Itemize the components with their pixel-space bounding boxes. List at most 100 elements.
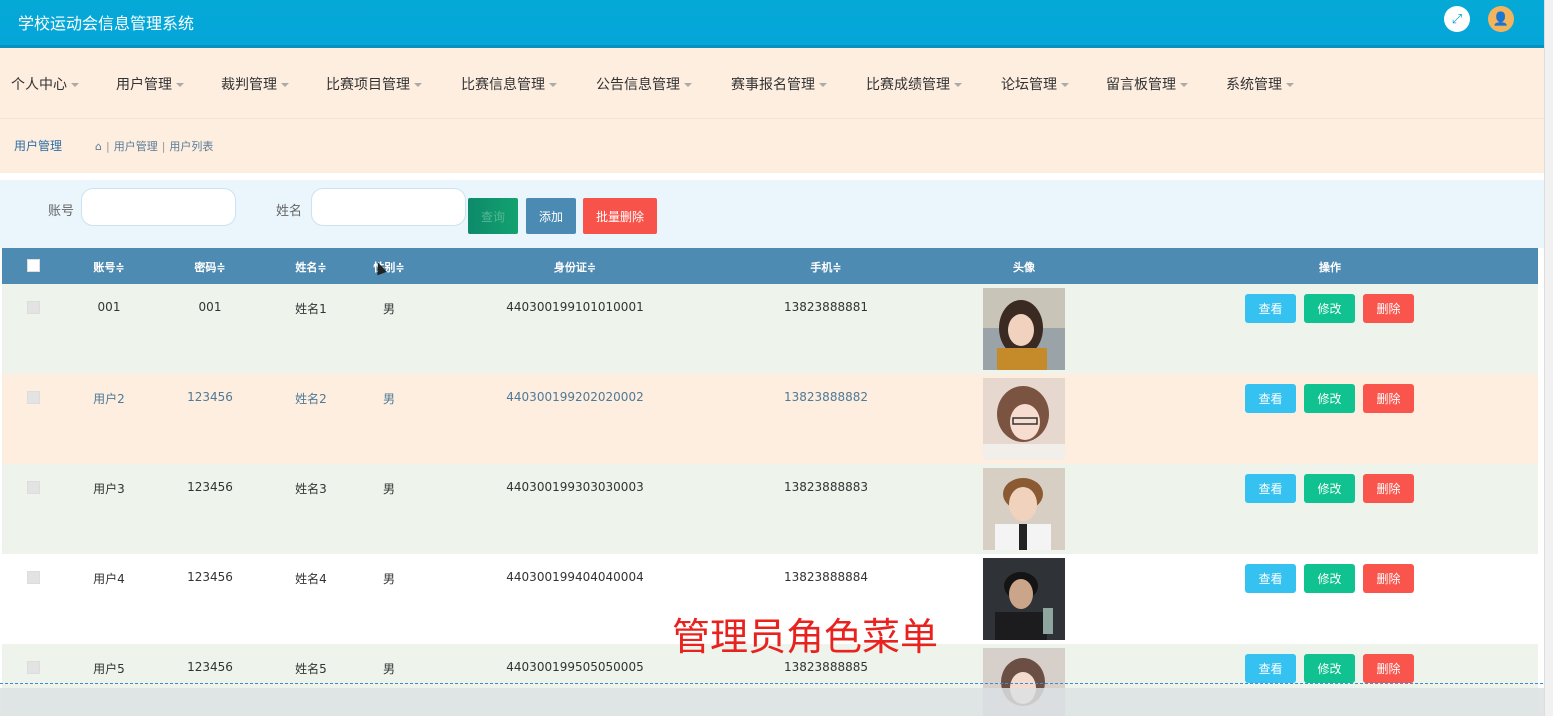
cell-id-card: 440300199505050005 xyxy=(506,660,644,674)
breadcrumb-item: 用户列表 xyxy=(169,140,214,153)
cell-phone: 13823888881 xyxy=(784,300,868,314)
header-account[interactable]: 账号≑ xyxy=(93,259,124,275)
role-caption: 管理员角色菜单 xyxy=(672,615,939,659)
view-button[interactable]: 查看 xyxy=(1245,294,1296,323)
cell-phone: 13823888885 xyxy=(784,660,868,674)
header-name[interactable]: 姓名≑ xyxy=(295,259,326,275)
bottom-scroll-bar[interactable] xyxy=(0,688,1553,716)
menu-label: 个人中心 xyxy=(11,77,67,93)
row-checkbox[interactable] xyxy=(27,571,40,584)
delete-button[interactable]: 删除 xyxy=(1363,564,1414,593)
cell-name: 姓名1 xyxy=(295,302,327,316)
cell-id-card: 440300199303030003 xyxy=(506,480,644,494)
menu-item-event-management[interactable]: 比赛项目管理 xyxy=(326,74,422,94)
menu-item-referee-management[interactable]: 裁判管理 xyxy=(221,74,289,94)
selection-guide-line xyxy=(0,683,1553,684)
view-button[interactable]: 查看 xyxy=(1245,564,1296,593)
avatar-photo-image xyxy=(983,558,1065,640)
batch-delete-button[interactable]: 批量删除 xyxy=(583,198,657,234)
chevron-down-icon xyxy=(414,83,422,87)
header-phone[interactable]: 手机≑ xyxy=(810,259,841,275)
edit-button[interactable]: 修改 xyxy=(1304,294,1355,323)
menu-label: 系统管理 xyxy=(1226,77,1282,93)
menu-item-score-management[interactable]: 比赛成绩管理 xyxy=(866,74,962,94)
chevron-down-icon xyxy=(954,83,962,87)
menu-item-system-management[interactable]: 系统管理 xyxy=(1226,74,1294,94)
avatar-photo xyxy=(983,288,1065,370)
chevron-down-icon xyxy=(549,83,557,87)
name-input[interactable] xyxy=(311,188,466,226)
cell-gender: 男 xyxy=(382,302,396,316)
cell-password: 123456 xyxy=(187,480,233,494)
add-button[interactable]: 添加 xyxy=(526,198,576,234)
account-input[interactable] xyxy=(81,188,236,226)
menu-item-message-board-management[interactable]: 留言板管理 xyxy=(1106,74,1188,94)
menu-label: 赛事报名管理 xyxy=(731,77,815,93)
chevron-down-icon xyxy=(1286,83,1294,87)
breadcrumb: 用户管理 ⌂ | 用户管理 | 用户列表 xyxy=(0,118,1553,173)
cell-account: 用户4 xyxy=(93,572,125,586)
menu-item-notice-management[interactable]: 公告信息管理 xyxy=(596,74,692,94)
menu-label: 用户管理 xyxy=(116,77,172,93)
delete-button[interactable]: 删除 xyxy=(1363,474,1414,503)
menu-item-registration-management[interactable]: 赛事报名管理 xyxy=(731,74,827,94)
edit-button[interactable]: 修改 xyxy=(1304,564,1355,593)
view-button[interactable]: 查看 xyxy=(1245,474,1296,503)
menu-item-user-management[interactable]: 用户管理 xyxy=(116,74,184,94)
view-button[interactable]: 查看 xyxy=(1245,384,1296,413)
home-icon[interactable]: ⌂ xyxy=(95,140,102,153)
menu-label: 比赛成绩管理 xyxy=(866,77,950,93)
avatar-photo-image xyxy=(983,378,1065,460)
avatar-photo-image xyxy=(983,468,1065,550)
row-checkbox[interactable] xyxy=(27,391,40,404)
cell-password: 123456 xyxy=(187,660,233,674)
breadcrumb-separator: | xyxy=(105,139,110,153)
header-avatar: 头像 xyxy=(1013,261,1035,274)
menu-label: 比赛项目管理 xyxy=(326,77,410,93)
search-bar: 账号 姓名 查询 添加 批量删除 xyxy=(0,180,1553,248)
vertical-scrollbar[interactable] xyxy=(1544,0,1553,716)
row-checkbox[interactable] xyxy=(27,301,40,314)
cell-id-card: 440300199202020002 xyxy=(506,390,644,404)
cell-gender: 男 xyxy=(382,482,396,496)
avatar-photo xyxy=(983,468,1065,550)
app-title: 学校运动会信息管理系统 xyxy=(18,14,195,33)
row-checkbox[interactable] xyxy=(27,661,40,674)
chevron-down-icon xyxy=(281,83,289,87)
delete-button[interactable]: 删除 xyxy=(1363,384,1414,413)
user-avatar-icon[interactable]: 👤 xyxy=(1488,6,1514,32)
delete-button[interactable]: 删除 xyxy=(1363,654,1414,683)
edit-button[interactable]: 修改 xyxy=(1304,474,1355,503)
chevron-down-icon xyxy=(1061,83,1069,87)
menu-item-personal-center[interactable]: 个人中心 xyxy=(11,74,79,94)
menu-label: 裁判管理 xyxy=(221,77,277,93)
cell-phone: 13823888884 xyxy=(784,570,868,584)
cell-id-card: 440300199404040004 xyxy=(506,570,644,584)
menu-label: 比赛信息管理 xyxy=(461,77,545,93)
header-id-card[interactable]: 身份证≑ xyxy=(554,259,596,275)
edit-button[interactable]: 修改 xyxy=(1304,384,1355,413)
select-all-checkbox[interactable] xyxy=(27,259,40,272)
menu-label: 论坛管理 xyxy=(1001,77,1057,93)
avatar-photo xyxy=(983,558,1065,640)
edit-button[interactable]: 修改 xyxy=(1304,654,1355,683)
fullscreen-icon[interactable]: ⤢ xyxy=(1444,6,1470,32)
view-button[interactable]: 查看 xyxy=(1245,654,1296,683)
chevron-down-icon xyxy=(819,83,827,87)
delete-button[interactable]: 删除 xyxy=(1363,294,1414,323)
row-checkbox[interactable] xyxy=(27,481,40,494)
menu-item-match-info-management[interactable]: 比赛信息管理 xyxy=(461,74,557,94)
cell-gender: 男 xyxy=(382,572,396,586)
breadcrumb-path: ⌂ | 用户管理 | 用户列表 xyxy=(95,138,213,154)
cell-phone: 13823888882 xyxy=(784,390,868,404)
search-button[interactable]: 查询 xyxy=(468,198,518,234)
cell-password: 123456 xyxy=(187,390,233,404)
main-menu: 个人中心 用户管理 裁判管理 比赛项目管理 比赛信息管理 公告信息管理 赛事报名… xyxy=(0,48,1553,118)
breadcrumb-item[interactable]: 用户管理 xyxy=(114,138,158,154)
header-password[interactable]: 密码≑ xyxy=(194,259,225,275)
cell-phone: 13823888883 xyxy=(784,480,868,494)
page-title: 用户管理 xyxy=(14,139,63,153)
cell-name: 姓名3 xyxy=(295,482,327,496)
cell-password: 123456 xyxy=(187,570,233,584)
menu-item-forum-management[interactable]: 论坛管理 xyxy=(1001,74,1069,94)
